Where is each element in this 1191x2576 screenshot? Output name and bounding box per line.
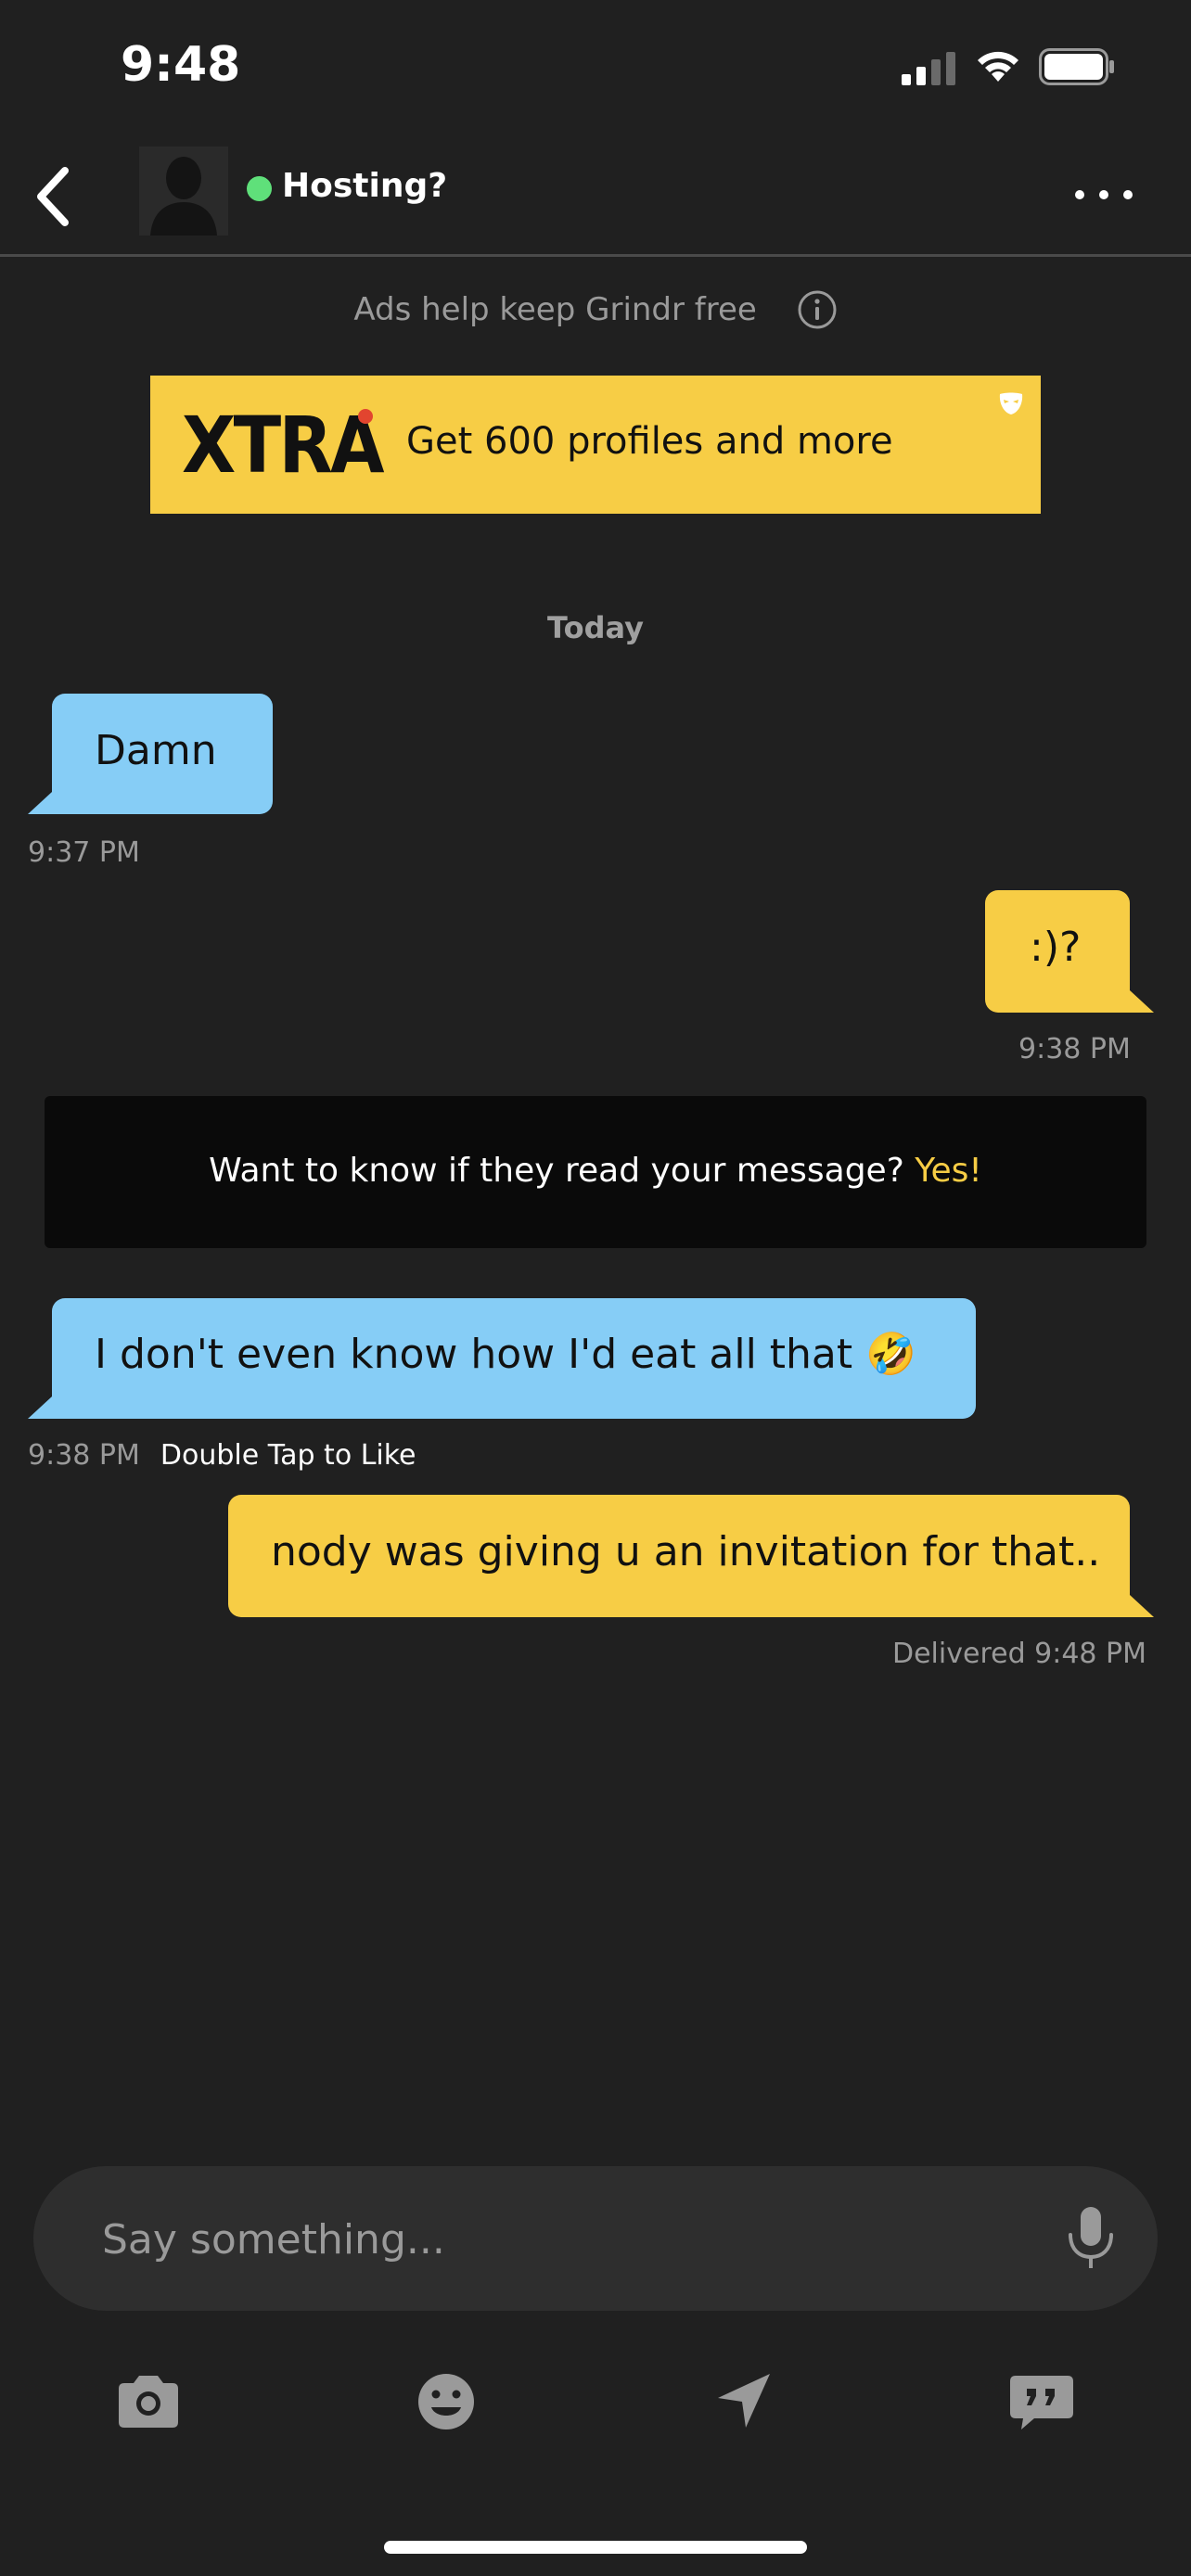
bubble-tail bbox=[28, 1396, 52, 1419]
ads-notice-text: Ads help keep Grindr free bbox=[353, 291, 757, 328]
bubble-tail bbox=[28, 792, 52, 814]
microphone-icon[interactable] bbox=[1063, 2203, 1119, 2274]
xtra-logo: XTRA bbox=[182, 400, 384, 491]
message-text: I don't even know how I'd eat all that 🤣 bbox=[95, 1331, 916, 1378]
message-timestamp: 9:38 PM bbox=[1018, 1033, 1131, 1065]
wifi-icon bbox=[978, 51, 1018, 82]
read-receipts-text: Want to know if they read your message? … bbox=[209, 1152, 982, 1190]
double-tap-hint: Double Tap to Like bbox=[160, 1439, 416, 1472]
online-status-indicator bbox=[247, 176, 272, 201]
message-input[interactable] bbox=[100, 2205, 1031, 2274]
message-bubble-outgoing[interactable]: :)? bbox=[985, 890, 1130, 1013]
more-options-button[interactable] bbox=[1067, 167, 1141, 223]
avatar-placeholder-icon bbox=[139, 147, 228, 236]
message-bubble-incoming[interactable]: Damn bbox=[52, 694, 273, 814]
emoji-icon[interactable] bbox=[409, 2366, 483, 2437]
message-text: nody was giving u an invitation for that… bbox=[271, 1528, 1101, 1575]
info-icon[interactable] bbox=[797, 289, 838, 330]
message-composer bbox=[33, 2166, 1158, 2311]
profile-avatar[interactable] bbox=[139, 147, 228, 236]
message-bubble-outgoing[interactable]: nody was giving u an invitation for that… bbox=[228, 1495, 1130, 1617]
ads-notice: Ads help keep Grindr free bbox=[0, 289, 1191, 330]
message-bubble-incoming[interactable]: I don't even know how I'd eat all that 🤣 bbox=[52, 1298, 976, 1419]
bubble-tail bbox=[1130, 990, 1154, 1013]
read-receipts-upsell[interactable]: Want to know if they read your message? … bbox=[45, 1096, 1146, 1248]
location-icon[interactable] bbox=[707, 2366, 781, 2437]
status-time: 9:48 bbox=[121, 37, 241, 93]
day-separator: Today bbox=[547, 610, 644, 645]
cellular-signal-icon bbox=[902, 52, 955, 85]
chat-header: Hosting? bbox=[0, 139, 1191, 257]
read-receipts-yes-link[interactable]: Yes! bbox=[915, 1152, 982, 1190]
message-timestamp-row: 9:38 PM Double Tap to Like bbox=[28, 1439, 416, 1472]
banner-text: Get 600 profiles and more bbox=[406, 420, 893, 463]
camera-icon[interactable] bbox=[111, 2366, 186, 2437]
home-indicator[interactable] bbox=[384, 2541, 807, 2554]
xtra-ad-banner[interactable]: XTRA Get 600 profiles and more bbox=[150, 376, 1041, 514]
back-button[interactable] bbox=[28, 154, 102, 237]
grindr-mask-icon bbox=[999, 392, 1023, 414]
read-receipts-question: Want to know if they read your message? bbox=[209, 1152, 904, 1190]
saved-phrases-icon[interactable] bbox=[1005, 2366, 1079, 2437]
delivery-status: Delivered 9:48 PM bbox=[892, 1638, 1147, 1670]
message-timestamp: 9:37 PM bbox=[28, 836, 140, 869]
message-text: Damn bbox=[95, 727, 217, 774]
message-timestamp: 9:38 PM bbox=[28, 1439, 140, 1472]
message-text: :)? bbox=[1030, 924, 1082, 971]
chat-screen: 9:48 Hosting? Ads help keep Grindr free … bbox=[0, 0, 1191, 2576]
bubble-tail bbox=[1130, 1595, 1154, 1617]
battery-icon bbox=[1039, 48, 1114, 85]
xtra-logo-dot bbox=[358, 409, 373, 424]
profile-name[interactable]: Hosting? bbox=[282, 167, 447, 205]
